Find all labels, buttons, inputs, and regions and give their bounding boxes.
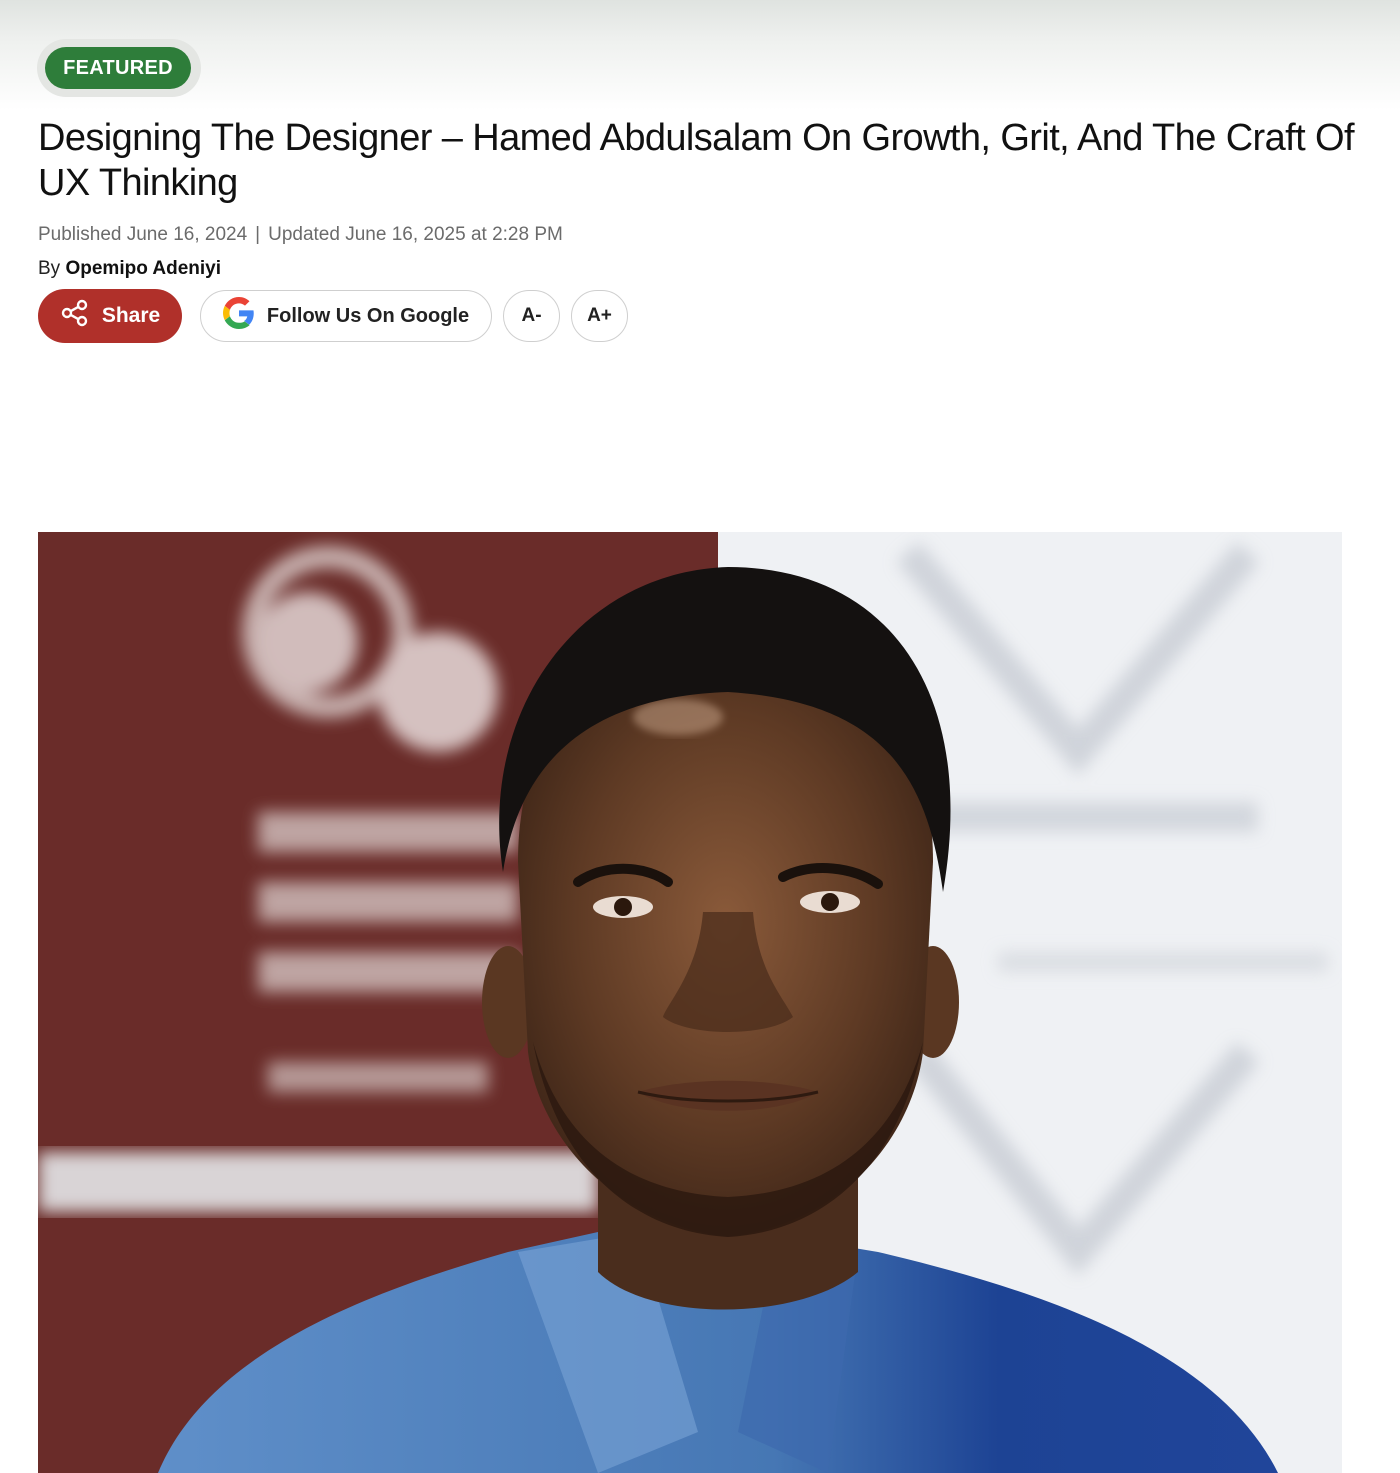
featured-badge[interactable]: FEATURED	[45, 47, 191, 89]
article-actions: Share Follow Us On Google A- A+	[38, 289, 628, 343]
byline-prefix: By	[38, 258, 61, 279]
font-increase-button[interactable]: A+	[571, 290, 628, 342]
header-backdrop	[0, 0, 1400, 110]
featured-badge-wrapper: FEATURED	[37, 39, 201, 97]
portrait-photo	[38, 532, 1342, 1473]
updated-date: Updated June 16, 2025 at 2:28 PM	[268, 224, 563, 245]
share-button-label: Share	[101, 304, 161, 327]
follow-google-button[interactable]: Follow Us On Google	[200, 290, 492, 342]
published-date: Published June 16, 2024	[38, 224, 248, 245]
google-g-icon	[222, 297, 255, 335]
share-button[interactable]: Share	[38, 289, 182, 343]
share-icon	[60, 298, 90, 334]
author-name[interactable]: Opemipo Adeniyi	[65, 258, 221, 279]
article-title: Designing The Designer – Hamed Abdulsala…	[38, 117, 1355, 204]
date-separator: |	[255, 224, 261, 245]
hero-image	[38, 532, 1342, 1473]
article-dates: Published June 16, 2024 | Updated June 1…	[38, 224, 563, 246]
font-decrease-button[interactable]: A-	[503, 290, 560, 342]
follow-google-label: Follow Us On Google	[266, 304, 470, 327]
byline: By Opemipo Adeniyi	[38, 258, 221, 280]
